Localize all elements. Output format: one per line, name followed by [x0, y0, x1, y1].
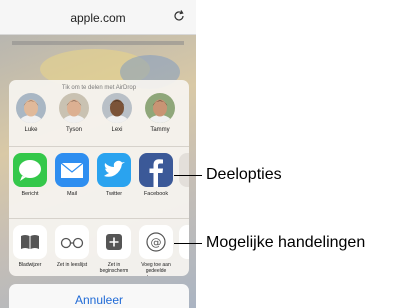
- avatar: [102, 93, 132, 123]
- app-label: Twitter: [105, 191, 123, 197]
- reload-icon[interactable]: [172, 9, 186, 23]
- action-glasses[interactable]: Zet in leeslijst: [55, 225, 89, 268]
- share-app-facebook[interactable]: Facebook: [139, 153, 173, 197]
- airdrop-hint: Tik om te delen met AirDrop: [61, 85, 137, 91]
- callout-line-share: [174, 175, 202, 176]
- avatar: [145, 93, 175, 123]
- at-icon: @: [139, 225, 173, 259]
- callout-line-actions: [174, 243, 202, 244]
- glasses-icon: [55, 225, 89, 259]
- action-label: Voeg toe aan gedeelde koppe...: [141, 262, 171, 276]
- mail-icon: [55, 153, 89, 187]
- action-at[interactable]: @ Voeg toe aan gedeelde koppe...: [139, 225, 173, 276]
- person-name: Lexi: [111, 127, 123, 133]
- app-label: Facebook: [143, 191, 169, 197]
- airdrop-person[interactable]: Lexi: [99, 93, 135, 133]
- share-app-twitter[interactable]: Twitter: [97, 153, 131, 197]
- action-book[interactable]: Bladwijzer: [13, 225, 47, 268]
- person-name: Luke: [24, 127, 38, 133]
- airdrop-person[interactable]: Tyson: [56, 93, 92, 133]
- app-label: Bericht: [21, 191, 39, 197]
- action-label: Zet in beginscherm: [99, 262, 129, 275]
- facebook-icon: [139, 153, 173, 187]
- messages-icon: [13, 153, 47, 187]
- airdrop-person[interactable]: Tammy: [142, 93, 178, 133]
- cancel-button[interactable]: Annuleer: [9, 284, 189, 308]
- divider: [9, 146, 189, 147]
- share-app-bericht[interactable]: Bericht: [13, 153, 47, 197]
- action-add[interactable]: Zet in beginscherm: [97, 225, 131, 275]
- url-text: apple.com: [70, 11, 126, 25]
- share-app-mail[interactable]: Mail: [55, 153, 89, 197]
- avatar: [59, 93, 89, 123]
- callout-share-options: Deelopties: [206, 166, 282, 183]
- book-icon: [13, 225, 47, 259]
- person-name: Tyson: [65, 127, 82, 133]
- share-sheet: Tik om te delen met AirDrop Luke Tyson Lex…: [9, 80, 189, 276]
- more-actions-partial[interactable]: [179, 225, 189, 259]
- cancel-label: Annuleer: [74, 293, 124, 307]
- app-label: Mail: [66, 191, 78, 197]
- address-bar[interactable]: apple.com: [0, 0, 196, 35]
- person-name: Tammy: [150, 127, 170, 133]
- svg-text:@: @: [151, 236, 162, 249]
- more-apps-partial[interactable]: [179, 153, 189, 187]
- twitter-icon: [97, 153, 131, 187]
- add-icon: [97, 225, 131, 259]
- callout-possible-actions: Mogelijke handelingen: [206, 234, 366, 251]
- action-label: Bladwijzer: [18, 262, 42, 268]
- phone-screen: apple.com Tik om te delen met AirDrop Lu…: [0, 0, 196, 308]
- action-label: Zet in leeslijst: [56, 262, 88, 268]
- avatar: [16, 93, 46, 123]
- airdrop-person[interactable]: Luke: [13, 93, 49, 133]
- divider: [9, 218, 189, 219]
